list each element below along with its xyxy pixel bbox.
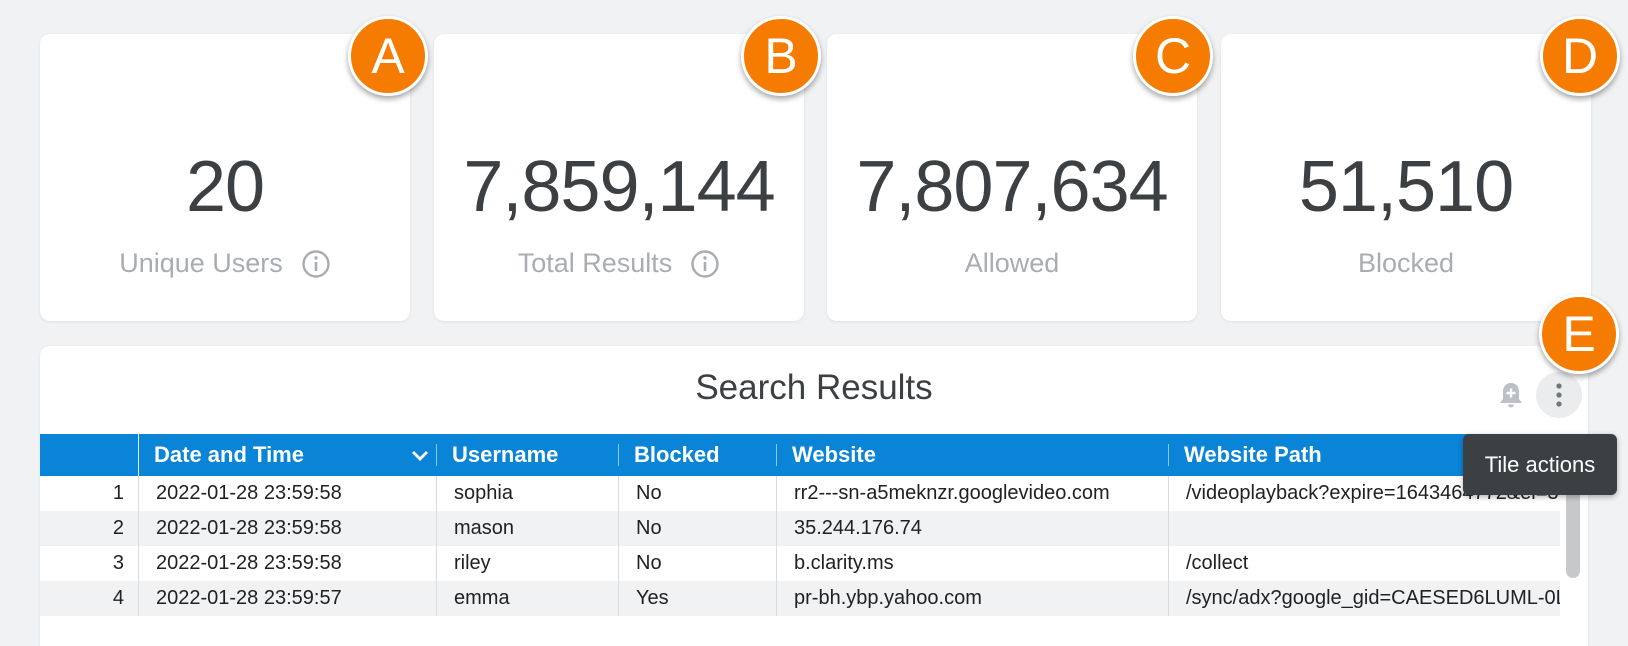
panel-title: Search Results: [695, 368, 933, 407]
allowed-label: Allowed: [964, 248, 1060, 278]
cell-blocked: No: [636, 517, 662, 539]
table-row[interactable]: 3 2022-01-28 23:59:58 riley No b.clarity…: [40, 546, 1560, 581]
table-row[interactable]: 2 2022-01-28 23:59:58 mason No 35.244.17…: [40, 511, 1560, 546]
table-scrollbar-thumb[interactable]: [1566, 484, 1580, 578]
callout-marker-e: E: [1539, 294, 1619, 374]
cell-username: riley: [454, 552, 491, 574]
cell-datetime: 2022-01-28 23:59:58: [156, 552, 342, 574]
info-icon[interactable]: [690, 249, 720, 279]
add-alert-bell-icon: [1500, 383, 1522, 408]
blocked-value: 51,510: [1298, 147, 1514, 227]
blocked-label: Blocked: [1357, 248, 1455, 278]
column-header-blocked[interactable]: Blocked: [618, 434, 776, 476]
table-header: Date and Time Username Blocked Website W…: [40, 434, 1588, 476]
cell-datetime: 2022-01-28 23:59:58: [156, 482, 342, 504]
total-results-label: Total Results: [517, 248, 673, 278]
row-index: 3: [112, 552, 124, 574]
tile-actions-button[interactable]: [1536, 372, 1582, 418]
unique-users-label: Unique Users: [119, 248, 283, 278]
vertical-dots-icon: [1556, 383, 1562, 407]
row-index: 4: [112, 587, 124, 609]
row-index: 1: [112, 482, 124, 504]
chevron-down-icon[interactable]: [410, 446, 430, 466]
cell-website-path: [1168, 511, 1560, 546]
callout-marker-c: C: [1133, 16, 1213, 96]
cell-datetime: 2022-01-28 23:59:57: [156, 587, 342, 609]
cell-website: pr-bh.ybp.yahoo.com: [794, 587, 982, 609]
cell-datetime: 2022-01-28 23:59:58: [156, 517, 342, 539]
cell-website-path: /sync/adx?google_gid=CAESED6LUML-0LRG9: [1186, 587, 1560, 609]
cell-website: rr2---sn-a5meknzr.googlevideo.com: [794, 482, 1110, 504]
cell-username: mason: [454, 517, 515, 539]
tile-actions-tooltip: Tile actions: [1463, 434, 1617, 495]
cell-username: sophia: [454, 482, 513, 504]
table-row[interactable]: 4 2022-01-28 23:59:57 emma Yes pr-bh.ybp…: [40, 581, 1560, 616]
column-header-website[interactable]: Website: [776, 434, 1168, 476]
add-alert-button[interactable]: [1488, 372, 1534, 418]
row-index: 2: [112, 517, 124, 539]
results-table-body: 1 2022-01-28 23:59:58 sophia No rr2---sn…: [40, 476, 1560, 616]
cell-blocked: Yes: [636, 587, 669, 609]
blocked-tile: 51,510 Blocked: [1221, 34, 1591, 321]
table-row[interactable]: 1 2022-01-28 23:59:58 sophia No rr2---sn…: [40, 476, 1560, 511]
cell-website: b.clarity.ms: [794, 552, 894, 574]
cell-website-path: /collect: [1186, 552, 1249, 574]
info-icon[interactable]: [301, 249, 331, 279]
cell-username: emma: [454, 587, 510, 609]
unique-users-value: 20: [185, 147, 265, 227]
column-header-date-time[interactable]: Date and Time: [138, 434, 436, 476]
search-results-panel: Search Results Date and Time Username Bl…: [40, 346, 1588, 646]
total-results-value: 7,859,144: [463, 147, 775, 227]
allowed-value: 7,807,634: [856, 147, 1168, 227]
callout-marker-d: D: [1540, 16, 1620, 96]
cell-website: 35.244.176.74: [794, 517, 922, 539]
callout-marker-a: A: [348, 16, 428, 96]
cell-blocked: No: [636, 552, 662, 574]
column-header-username[interactable]: Username: [436, 434, 618, 476]
cell-blocked: No: [636, 482, 662, 504]
callout-marker-b: B: [741, 16, 821, 96]
